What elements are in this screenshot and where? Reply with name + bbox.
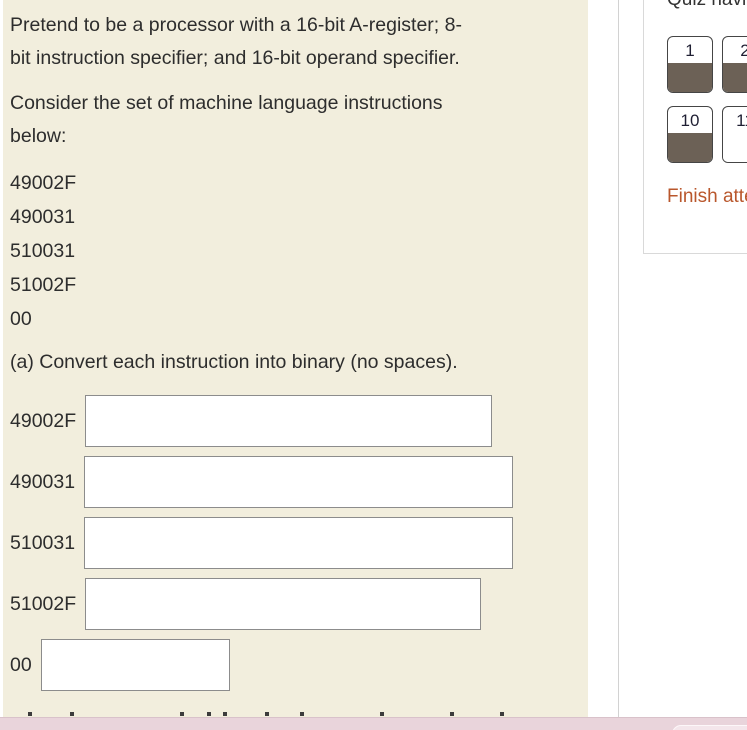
answer-input-49002F[interactable]: [85, 395, 493, 447]
question-number: 11: [736, 111, 747, 130]
answer-row: 51002F: [10, 578, 578, 630]
vertical-divider: [618, 0, 619, 717]
question-number: 10: [680, 111, 700, 130]
bottom-edge-button[interactable]: [672, 725, 747, 730]
answer-row: 490031: [10, 456, 578, 508]
answer-section: 49002F 490031 510031 51002F 00: [10, 395, 578, 691]
machine-instruction: 510031: [10, 240, 76, 262]
answer-row-label: 00: [10, 653, 32, 676]
question-content: Pretend to be a processor with a 16-bit …: [3, 0, 588, 717]
answer-row-label: 490031: [10, 470, 76, 493]
quiz-navigation-title: Quiz navigation: [667, 0, 747, 13]
answer-input-51002F[interactable]: [85, 578, 482, 630]
answered-fill: [723, 133, 747, 162]
answered-fill: [668, 133, 712, 162]
question-button-row-1: 1 2: [667, 36, 747, 93]
finish-attempt-link[interactable]: Finish attempt ...: [667, 186, 747, 208]
question-number: 2: [723, 37, 747, 63]
question-nav-button-1[interactable]: 1: [667, 36, 713, 93]
answer-row-label: 49002F: [10, 409, 77, 432]
answer-row-label: 510031: [10, 531, 76, 554]
part-a-prompt: (a) Convert each instruction into binary…: [10, 351, 458, 373]
answer-row-label: 51002F: [10, 592, 77, 615]
question-nav-button-10[interactable]: 10: [667, 106, 713, 163]
quiz-page: Pretend to be a processor with a 16-bit …: [0, 0, 747, 730]
question-number: 1: [685, 41, 695, 60]
question-nav-button-11[interactable]: 11: [722, 106, 747, 163]
question-text-line: bit instruction specifier; and 16-bit op…: [10, 47, 460, 69]
question-text-line: below:: [10, 125, 67, 147]
answer-row: 00: [10, 639, 578, 691]
question-text-line: Consider the set of machine language ins…: [10, 92, 443, 114]
answered-fill: [723, 63, 747, 92]
machine-instruction: 49002F: [10, 172, 77, 194]
question-nav-button-2[interactable]: 2: [722, 36, 747, 93]
machine-instruction: 00: [10, 308, 32, 330]
answer-row: 510031: [10, 517, 578, 569]
question-paragraph: Consider the set of machine language ins…: [10, 87, 578, 153]
machine-instruction-list: 49002F 490031 510031 51002F 00: [10, 166, 578, 336]
answer-input-00[interactable]: [40, 639, 230, 691]
answer-input-490031[interactable]: [84, 456, 514, 508]
question-paragraph: Pretend to be a processor with a 16-bit …: [10, 9, 578, 75]
question-button-row-2: 10 11: [667, 106, 747, 163]
answer-input-510031[interactable]: [84, 517, 514, 569]
quiz-navigation-panel: Quiz navigation 1 2 10 11 Finish attempt…: [643, 0, 747, 254]
answered-fill: [668, 63, 712, 92]
machine-instruction: 51002F: [10, 274, 77, 296]
question-text-line: Pretend to be a processor with a 16-bit …: [10, 14, 462, 36]
bottom-bar: [0, 717, 747, 730]
machine-instruction: 490031: [10, 206, 76, 228]
answer-row: 49002F: [10, 395, 578, 447]
